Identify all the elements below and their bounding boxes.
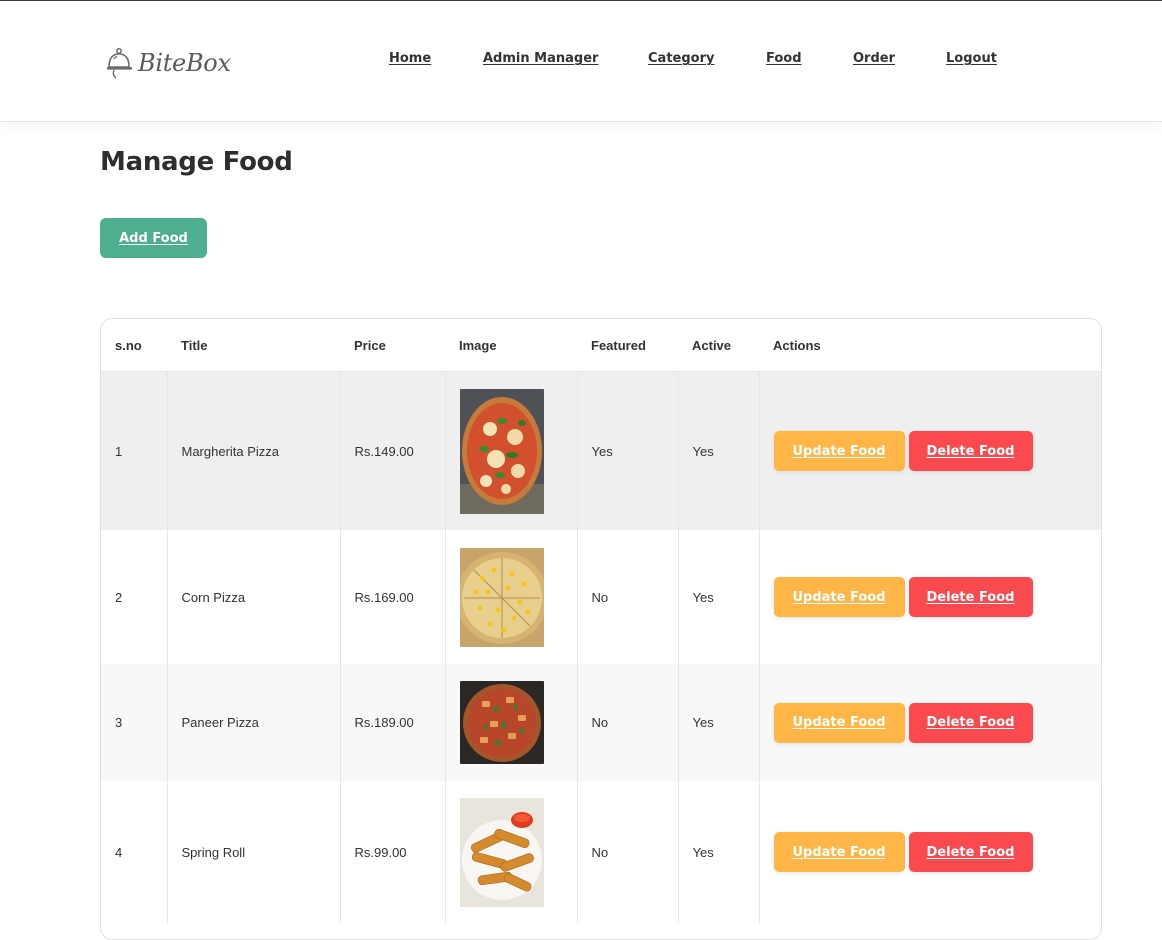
table-row: 1 Margherita Pizza Rs.149.00 Yes Yes Upd… — [101, 371, 1101, 530]
header-sno: s.no — [101, 319, 167, 372]
cell-title: Corn Pizza — [167, 530, 341, 664]
top-header: BiteBox Home Admin Manager Category Food… — [0, 1, 1162, 122]
header-featured: Featured — [577, 319, 678, 372]
cell-price: Rs.189.00 — [340, 664, 446, 781]
table-header-row: s.no Title Price Image Featured Active A… — [101, 319, 1101, 372]
header-actions: Actions — [759, 319, 1101, 372]
nav-home[interactable]: Home — [389, 51, 431, 66]
margherita-pizza-image — [459, 388, 544, 514]
cell-title: Paneer Pizza — [167, 664, 341, 781]
food-table: s.no Title Price Image Featured Active A… — [101, 319, 1101, 923]
nav-admin-manager[interactable]: Admin Manager — [483, 51, 598, 66]
cell-active: Yes — [678, 781, 760, 923]
cell-active: Yes — [678, 664, 760, 781]
cell-sno: 2 — [101, 530, 168, 664]
spring-roll-image — [459, 797, 544, 907]
cell-sno: 3 — [101, 664, 168, 781]
nav-order[interactable]: Order — [853, 51, 895, 66]
delete-food-button[interactable]: Delete Food — [908, 431, 1033, 471]
add-food-button[interactable]: Add Food — [100, 218, 207, 258]
cell-featured: No — [577, 664, 679, 781]
update-food-button[interactable]: Update Food — [773, 832, 905, 872]
nav-logout[interactable]: Logout — [946, 51, 997, 66]
cell-price: Rs.99.00 — [340, 781, 446, 923]
cell-sno: 4 — [101, 781, 168, 923]
update-food-button[interactable]: Update Food — [773, 431, 905, 471]
corn-pizza-image — [459, 547, 544, 647]
cell-price: Rs.169.00 — [340, 530, 446, 664]
main-nav: Home Admin Manager Category Food Order L… — [0, 51, 1162, 73]
cell-featured: Yes — [577, 371, 679, 530]
cell-featured: No — [577, 530, 679, 664]
cell-title: Spring Roll — [167, 781, 341, 923]
page-title: Manage Food — [100, 147, 293, 177]
delete-food-button[interactable]: Delete Food — [908, 577, 1033, 617]
table-row: 3 Paneer Pizza Rs.189.00 No Yes Update F… — [101, 664, 1101, 781]
cell-active: Yes — [678, 530, 760, 664]
header-image: Image — [445, 319, 577, 372]
cell-featured: No — [577, 781, 679, 923]
header-active: Active — [678, 319, 759, 372]
food-table-card: s.no Title Price Image Featured Active A… — [100, 318, 1102, 940]
header-price: Price — [340, 319, 445, 372]
cell-title: Margherita Pizza — [167, 371, 341, 530]
cell-active: Yes — [678, 371, 760, 530]
delete-food-button[interactable]: Delete Food — [908, 702, 1033, 743]
nav-category[interactable]: Category — [648, 51, 714, 66]
update-food-button[interactable]: Update Food — [773, 577, 905, 617]
table-row: 4 Spring Roll Rs.99.00 No Yes Update Foo… — [101, 781, 1101, 923]
cell-sno: 1 — [101, 371, 168, 530]
header-title: Title — [167, 319, 340, 372]
cell-price: Rs.149.00 — [340, 371, 446, 530]
update-food-button[interactable]: Update Food — [773, 702, 905, 743]
nav-food[interactable]: Food — [766, 51, 802, 66]
delete-food-button[interactable]: Delete Food — [908, 832, 1033, 872]
table-row: 2 Corn Pizza Rs.169.00 No Yes Update Foo… — [101, 530, 1101, 664]
paneer-pizza-image — [459, 681, 544, 764]
